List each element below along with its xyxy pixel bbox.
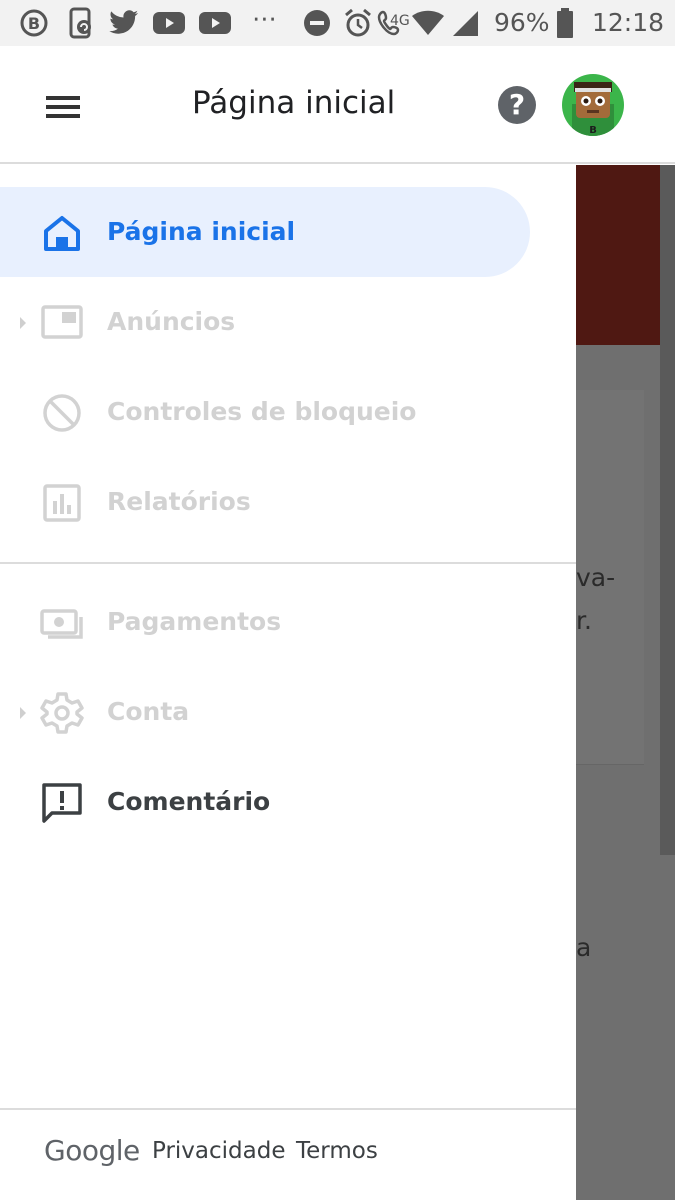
nav-item-payments[interactable]: Pagamentos bbox=[0, 577, 576, 667]
more-icon: ⋯ bbox=[252, 4, 277, 33]
expand-arrow-icon bbox=[20, 707, 26, 719]
ads-icon bbox=[41, 305, 83, 339]
block-icon bbox=[43, 394, 81, 432]
nav-item-account[interactable]: Conta bbox=[0, 667, 576, 757]
menu-icon bbox=[46, 96, 80, 100]
nav-item-ads[interactable]: Anúncios bbox=[0, 277, 576, 367]
background-text: a bbox=[576, 933, 592, 962]
alarm-icon bbox=[342, 7, 374, 39]
nav-item-label: Pagamentos bbox=[107, 607, 282, 636]
navigation-drawer: Página inicial Anúncios Controles de blo… bbox=[0, 165, 576, 1200]
youtube-icon bbox=[198, 7, 232, 39]
background-scrollbar bbox=[660, 165, 675, 855]
status-bar: B ⋯ 4G 96% 12:18 bbox=[0, 0, 675, 46]
network-type-label: 4G bbox=[390, 13, 410, 29]
background-text: va- bbox=[576, 563, 616, 592]
help-icon[interactable]: ? bbox=[498, 86, 536, 124]
nav-item-feedback[interactable]: Comentário bbox=[0, 757, 576, 847]
twitter-icon bbox=[108, 7, 140, 39]
drawer-footer: Google Privacidade Termos bbox=[0, 1108, 576, 1200]
battery-percent: 96% bbox=[494, 8, 550, 37]
signal-icon bbox=[450, 7, 480, 39]
background-text: r. bbox=[576, 606, 592, 635]
do-not-disturb-icon bbox=[302, 7, 332, 39]
menu-button[interactable] bbox=[36, 86, 92, 126]
google-logo: Google bbox=[44, 1134, 140, 1167]
feedback-icon bbox=[42, 783, 82, 823]
page-title: Página inicial bbox=[192, 85, 396, 121]
privacy-link[interactable]: Privacidade bbox=[152, 1138, 286, 1164]
svg-text:B: B bbox=[589, 125, 597, 136]
menu-icon bbox=[46, 105, 80, 109]
nav-item-blocking-controls[interactable]: Controles de bloqueio bbox=[0, 367, 576, 457]
payments-icon bbox=[40, 609, 83, 639]
avatar[interactable]: B bbox=[562, 74, 624, 136]
nav-item-label: Página inicial bbox=[107, 217, 296, 246]
nav-item-label: Controles de bloqueio bbox=[107, 397, 417, 426]
nav-item-label: Conta bbox=[107, 697, 190, 726]
settings-icon bbox=[40, 692, 84, 734]
terms-link[interactable]: Termos bbox=[296, 1138, 378, 1164]
nav-item-home[interactable]: Página inicial bbox=[0, 187, 530, 277]
drawer-divider bbox=[0, 562, 576, 564]
nav-item-label: Comentário bbox=[107, 787, 271, 816]
battery-icon bbox=[554, 7, 576, 39]
youtube-icon bbox=[152, 7, 186, 39]
reports-icon bbox=[43, 484, 81, 522]
nav-item-label: Relatórios bbox=[107, 487, 251, 516]
background-page: va- r. a bbox=[576, 165, 675, 1200]
app-bar: Página inicial ? B bbox=[0, 46, 675, 164]
home-icon bbox=[44, 216, 80, 251]
svg-text:B: B bbox=[28, 14, 40, 33]
b-icon: B bbox=[18, 7, 50, 39]
phone-sync-icon bbox=[66, 7, 96, 39]
nav-item-label: Anúncios bbox=[107, 307, 236, 336]
nav-item-reports[interactable]: Relatórios bbox=[0, 457, 576, 547]
wifi-icon bbox=[410, 7, 446, 39]
expand-arrow-icon bbox=[20, 317, 26, 329]
menu-icon bbox=[46, 114, 80, 118]
status-time: 12:18 bbox=[592, 8, 665, 37]
